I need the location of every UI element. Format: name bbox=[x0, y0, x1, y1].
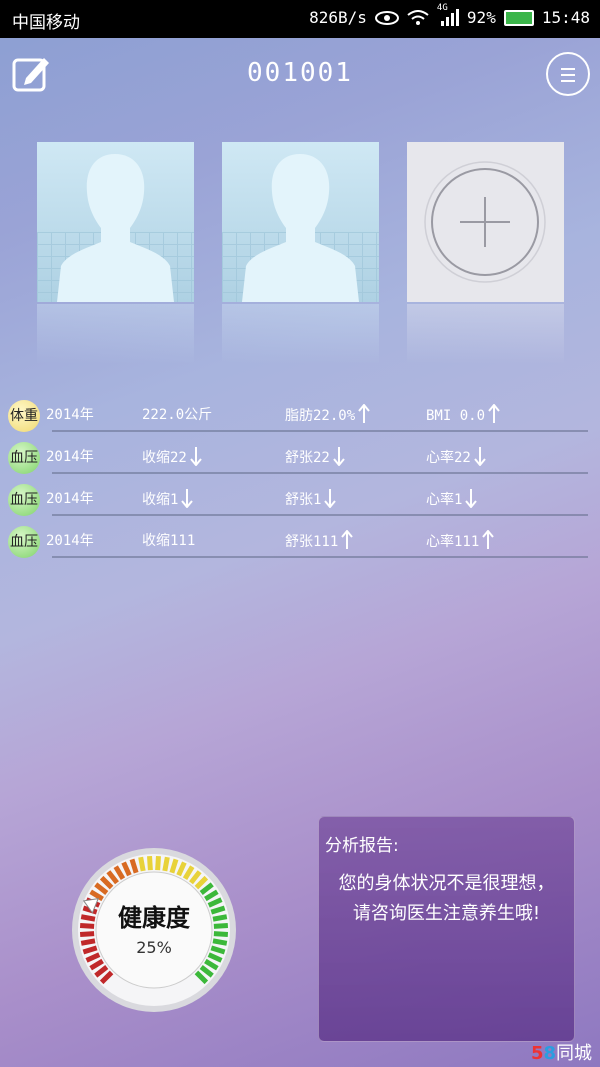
gauge-tick bbox=[155, 855, 161, 871]
record-value: 舒张111 bbox=[285, 530, 354, 551]
record-value: 心率111 bbox=[426, 530, 495, 551]
record-value: 收缩1 bbox=[142, 488, 194, 509]
record-text: 222.0公斤 bbox=[142, 407, 213, 423]
record-text: 收缩111 bbox=[142, 533, 196, 549]
record-text: 2014年 bbox=[46, 449, 94, 465]
profile-card-1[interactable] bbox=[37, 142, 194, 302]
health-gauge: 健康度 25% bbox=[70, 846, 238, 1014]
record-text: 2014年 bbox=[46, 407, 94, 423]
arrow-down-icon bbox=[321, 489, 337, 508]
arrow-down-icon bbox=[471, 447, 486, 466]
blood-pressure-badge: 血压 bbox=[8, 526, 40, 558]
record-value: 收缩22 bbox=[142, 446, 202, 467]
record-value: 收缩111 bbox=[142, 530, 195, 550]
profile-cards bbox=[37, 142, 567, 372]
record-text: 舒张22 bbox=[285, 450, 330, 466]
network-type: 4G bbox=[436, 2, 448, 13]
record-row[interactable]: 体重 2014年 222.0公斤 脂肪22.0% BMI 0.0 bbox=[6, 396, 590, 438]
record-text: 舒张111 bbox=[285, 534, 339, 550]
menu-button[interactable] bbox=[546, 52, 590, 96]
clock: 15:48 bbox=[541, 8, 590, 27]
report-body: 您的身体状况不是很理想，请咨询医生注意养生哦! bbox=[338, 873, 555, 924]
record-value: 心率22 bbox=[426, 446, 486, 467]
arrow-up-icon bbox=[355, 404, 370, 424]
record-row[interactable]: 血压 2014年 收缩111 舒张111 心率111 bbox=[6, 522, 590, 564]
record-text: BMI 0.0 bbox=[426, 408, 486, 424]
gauge-tick bbox=[79, 931, 95, 937]
record-row[interactable]: 血压 2014年 收缩22 舒张22 心率22 bbox=[6, 438, 590, 480]
battery-icon bbox=[503, 9, 534, 26]
arrow-down-icon bbox=[187, 447, 202, 466]
arrow-down-icon bbox=[178, 489, 194, 508]
records-list: 体重 2014年 222.0公斤 脂肪22.0% BMI 0.0 血压 2014年 收缩22 舒… bbox=[6, 396, 590, 564]
record-text: 心率111 bbox=[426, 534, 480, 550]
add-profile-button[interactable] bbox=[407, 142, 564, 302]
plus-icon bbox=[424, 161, 546, 283]
record-year: 2014年 bbox=[46, 488, 94, 508]
eye-icon bbox=[374, 10, 399, 25]
record-value: BMI 0.0 bbox=[426, 404, 500, 424]
record-year: 2014年 bbox=[46, 404, 94, 424]
person-silhouette-icon bbox=[242, 154, 359, 302]
record-year: 2014年 bbox=[46, 530, 94, 550]
gauge-tick bbox=[138, 856, 146, 872]
record-text: 收缩1 bbox=[142, 492, 179, 508]
network-speed: 826B/s bbox=[309, 8, 367, 27]
watermark-logo: 58同城 bbox=[530, 1043, 592, 1064]
record-text: 2014年 bbox=[46, 533, 94, 549]
wifi-icon bbox=[407, 9, 429, 25]
profile-card-2[interactable] bbox=[222, 142, 379, 302]
blood-pressure-badge: 血压 bbox=[8, 484, 40, 516]
gauge-tick bbox=[162, 856, 170, 872]
arrow-down-icon bbox=[462, 489, 478, 508]
gauge-value: 25% bbox=[136, 938, 172, 957]
arrow-down-icon bbox=[330, 447, 345, 466]
app-header: 001001 bbox=[0, 38, 600, 110]
battery-percent: 92% bbox=[466, 8, 496, 27]
blood-pressure-badge: 血压 bbox=[8, 442, 40, 474]
record-text: 舒张1 bbox=[285, 492, 322, 508]
record-year: 2014年 bbox=[46, 446, 94, 466]
record-text: 2014年 bbox=[46, 491, 94, 507]
record-row[interactable]: 血压 2014年 收缩1 舒张1 心率1 bbox=[6, 480, 590, 522]
record-text: 心率1 bbox=[426, 492, 463, 508]
arrow-up-icon bbox=[338, 530, 354, 550]
record-value: 舒张1 bbox=[285, 488, 337, 509]
analysis-report: 分析报告: 您的身体状况不是很理想，请咨询医生注意养生哦! bbox=[318, 816, 575, 1042]
record-value: 222.0公斤 bbox=[142, 404, 212, 424]
weight-badge: 体重 bbox=[8, 400, 40, 432]
record-text: 心率22 bbox=[426, 450, 471, 466]
status-icons: 826B/s 4G 92% 15:48 bbox=[309, 3, 590, 28]
record-value: 脂肪22.0% bbox=[285, 404, 370, 425]
record-text: 收缩22 bbox=[142, 450, 187, 466]
carrier-name: 中国移动 bbox=[12, 13, 80, 33]
record-value: 舒张22 bbox=[285, 446, 345, 467]
report-title: 分析报告: bbox=[325, 836, 399, 856]
arrow-up-icon bbox=[479, 530, 495, 550]
record-text: 脂肪22.0% bbox=[285, 408, 356, 424]
person-silhouette-icon bbox=[57, 154, 174, 302]
page-title: 001001 bbox=[247, 58, 353, 88]
gauge-tick bbox=[147, 855, 153, 871]
gauge-label: 健康度 bbox=[118, 903, 190, 932]
status-bar: 中国移动 826B/s 4G 92% 15:48 bbox=[0, 0, 600, 38]
signal-icon: 4G bbox=[437, 3, 459, 27]
arrow-up-icon bbox=[485, 404, 500, 424]
gauge-tick bbox=[213, 931, 229, 937]
record-value: 心率1 bbox=[426, 488, 478, 509]
